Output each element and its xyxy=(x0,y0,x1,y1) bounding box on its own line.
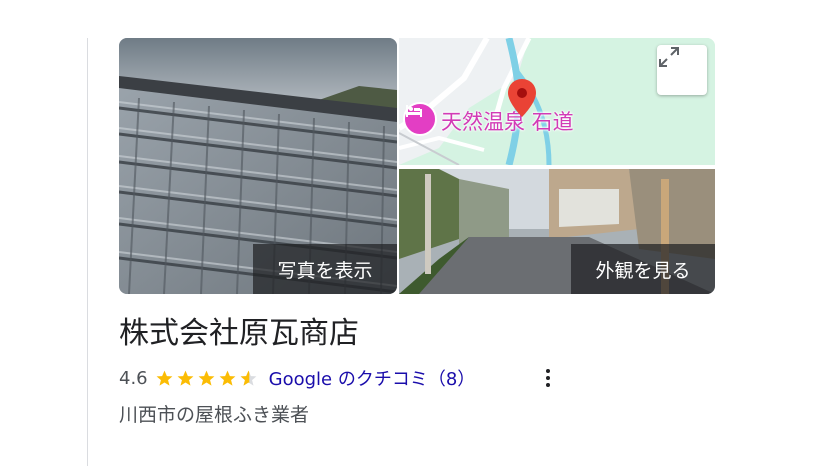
reviews-link[interactable]: Google のクチコミ（8） xyxy=(269,365,476,391)
street-view-thumbnail[interactable]: 外観を見る xyxy=(399,169,715,294)
business-name: 株式会社原瓦商店 xyxy=(119,316,359,351)
star-rating xyxy=(155,369,260,388)
left-divider xyxy=(87,38,88,466)
star-icon xyxy=(219,370,236,386)
expand-map-button[interactable] xyxy=(657,45,707,95)
half-star-icon xyxy=(240,370,257,386)
rating-row: 4.6 Google のクチコミ（8） xyxy=(119,364,475,392)
star-icon xyxy=(177,370,194,386)
business-photo[interactable]: 写真を表示 xyxy=(119,38,397,294)
more-options-button[interactable] xyxy=(538,366,558,390)
map-pin-icon xyxy=(508,79,536,117)
rating-value: 4.6 xyxy=(119,367,148,389)
hotel-icon xyxy=(403,102,437,136)
view-photos-button[interactable]: 写真を表示 xyxy=(253,244,397,294)
star-icon xyxy=(198,370,215,386)
map-thumbnail[interactable]: 天然温泉 石道 xyxy=(399,38,715,165)
star-icon xyxy=(156,370,173,386)
view-exterior-button[interactable]: 外観を見る xyxy=(571,244,715,294)
business-category: 川西市の屋根ふき業者 xyxy=(119,404,310,426)
more-vert-icon xyxy=(546,369,550,373)
expand-icon xyxy=(659,47,679,67)
